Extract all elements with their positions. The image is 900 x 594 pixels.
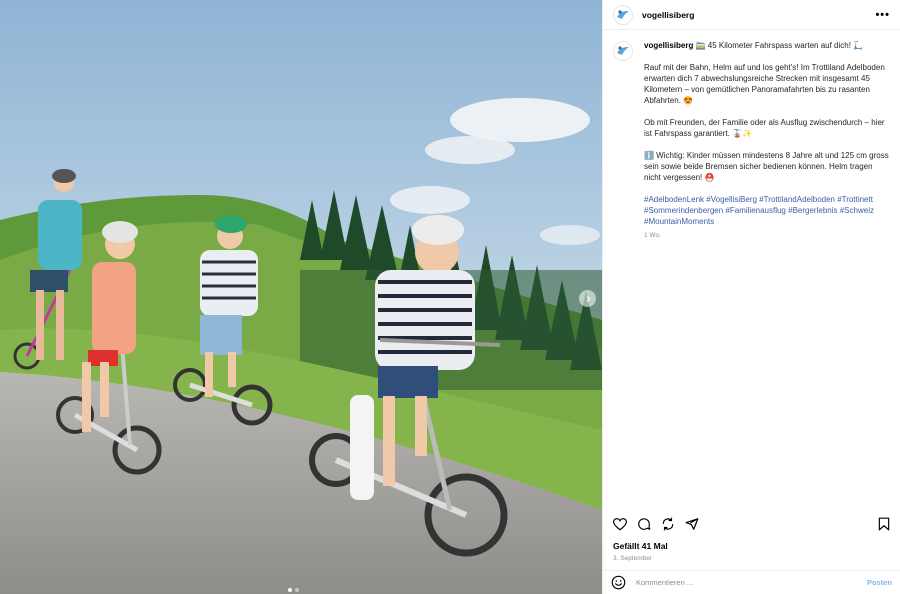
hashtag-link[interactable]: #Trottinett bbox=[837, 195, 873, 204]
comment-input[interactable] bbox=[636, 578, 867, 587]
repost-icon[interactable] bbox=[661, 517, 675, 531]
hashtag-link[interactable]: #Familienausflug bbox=[725, 206, 785, 215]
hashtag-link[interactable]: #TrottilandAdelboden bbox=[759, 195, 835, 204]
chevron-right-icon bbox=[586, 295, 590, 302]
hashtag-list: #AdelbodenLenk #VogellisiBerg #Trottilan… bbox=[644, 194, 890, 227]
hashtag-link[interactable]: #MountainMoments bbox=[644, 217, 714, 226]
more-options-icon[interactable]: ••• bbox=[875, 9, 890, 21]
hashtag-link[interactable]: #Bergerlebnis bbox=[788, 206, 837, 215]
avatar[interactable] bbox=[613, 41, 633, 61]
caption-username[interactable]: vogellisiberg bbox=[644, 41, 693, 50]
hashtag-link[interactable]: #VogellisiBerg bbox=[706, 195, 757, 204]
likes-count[interactable]: Gefällt 41 Mal bbox=[613, 541, 668, 551]
post-side-panel: vogellisiberg ••• vogellisiberg 🚞 45 Kil… bbox=[602, 0, 900, 594]
avatar[interactable] bbox=[613, 4, 633, 25]
logo-icon bbox=[617, 9, 629, 19]
carousel-dot bbox=[295, 588, 299, 592]
hashtag-link[interactable]: #AdelbodenLenk bbox=[644, 195, 704, 204]
caption-section: vogellisiberg 🚞 45 Kilometer Fahrspass w… bbox=[603, 30, 900, 594]
caption-timestamp: 1 Wo. bbox=[644, 232, 661, 239]
share-icon[interactable] bbox=[685, 517, 699, 531]
logo-icon bbox=[617, 46, 629, 55]
comment-icon[interactable] bbox=[637, 517, 651, 531]
post-dialog: vogellisiberg ••• vogellisiberg 🚞 45 Kil… bbox=[0, 0, 900, 594]
caption-paragraph: ℹ️ Wichtig: Kinder müssen mindestens 8 J… bbox=[644, 151, 889, 182]
caption-paragraph: Ob mit Freunden, der Familie oder als Au… bbox=[644, 118, 885, 138]
carousel-indicator bbox=[288, 588, 299, 592]
hashtag-link[interactable]: #Schweiz bbox=[840, 206, 874, 215]
heart-icon[interactable] bbox=[613, 517, 627, 531]
emoji-icon[interactable] bbox=[611, 575, 626, 590]
bookmark-icon[interactable] bbox=[878, 517, 890, 531]
post-date: 3. September bbox=[613, 555, 653, 562]
hashtag-link[interactable]: #Sommerindenbergen bbox=[644, 206, 723, 215]
header-username[interactable]: vogellisiberg bbox=[642, 10, 694, 20]
post-header: vogellisiberg ••• bbox=[603, 0, 900, 30]
scene-illustration bbox=[0, 0, 602, 594]
caption-paragraph: Rauf mit der Bahn, Helm auf und los geht… bbox=[644, 63, 885, 105]
carousel-next-button[interactable] bbox=[579, 290, 596, 307]
post-photo[interactable] bbox=[0, 0, 602, 594]
carousel-dot bbox=[288, 588, 292, 592]
caption-headline: 🚞 45 Kilometer Fahrspass warten auf dich… bbox=[693, 41, 864, 50]
post-comment-button[interactable]: Posten bbox=[867, 578, 892, 587]
comment-bar: Posten bbox=[603, 570, 900, 594]
action-bar bbox=[613, 515, 890, 533]
caption-text: vogellisiberg 🚞 45 Kilometer Fahrspass w… bbox=[644, 40, 890, 594]
